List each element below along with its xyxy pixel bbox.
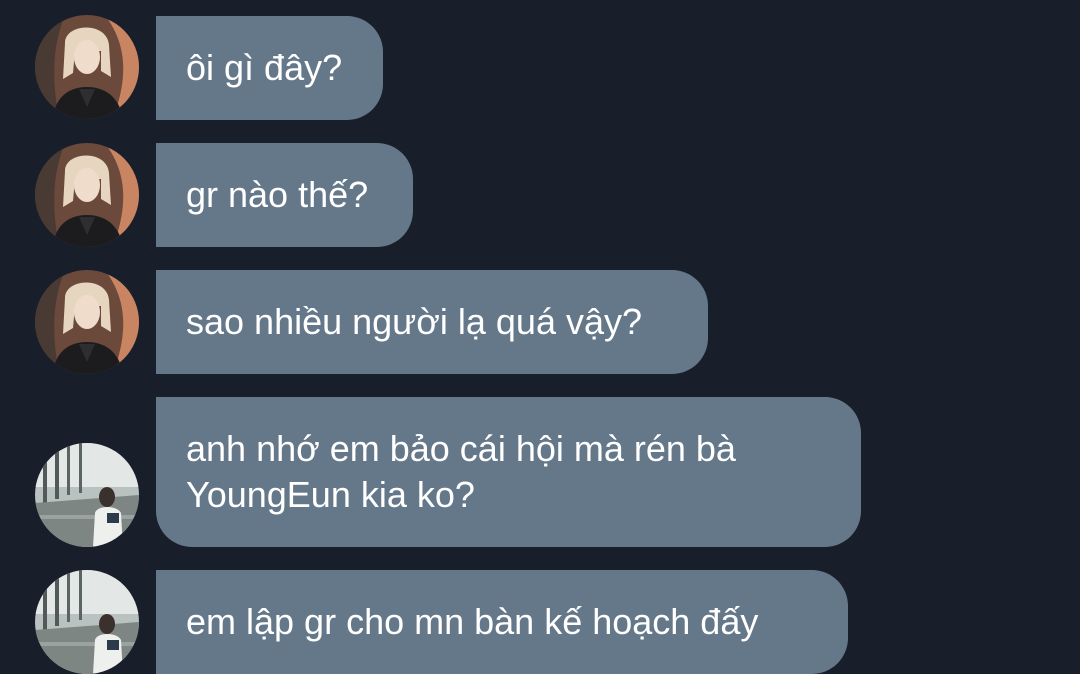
message-row: gr nào thế? [0,143,1080,247]
avatar-blonde-icon [35,270,139,374]
message-row: em lập gr cho mn bàn kế hoạch đấy [0,570,1080,674]
message-text: anh nhớ em bảo cái hội mà rén bà YoungEu… [186,428,736,515]
message-text: sao nhiều người lạ quá vậy? [186,301,643,342]
message-text: gr nào thế? [186,174,369,215]
message-bubble[interactable]: em lập gr cho mn bàn kế hoạch đấy [156,570,848,674]
avatar[interactable] [35,15,139,119]
avatar[interactable] [35,270,139,374]
avatar[interactable] [35,443,139,547]
message-bubble[interactable]: gr nào thế? [156,143,413,247]
avatar[interactable] [35,143,139,247]
message-row: sao nhiều người lạ quá vậy? [0,270,1080,374]
avatar-airport-icon [35,443,139,547]
chat-thread: ôi gì đây? gr nào thế? sao nhiều người l… [0,0,1080,674]
message-bubble[interactable]: ôi gì đây? [156,16,383,120]
message-text: ôi gì đây? [186,47,343,88]
message-bubble[interactable]: anh nhớ em bảo cái hội mà rén bà YoungEu… [156,397,861,547]
avatar-blonde-icon [35,15,139,119]
message-text: em lập gr cho mn bàn kế hoạch đấy [186,601,759,642]
avatar-blonde-icon [35,143,139,247]
avatar-airport-icon [35,570,139,674]
avatar[interactable] [35,570,139,674]
message-row: anh nhớ em bảo cái hội mà rén bà YoungEu… [0,397,1080,547]
message-row: ôi gì đây? [0,15,1080,120]
message-bubble[interactable]: sao nhiều người lạ quá vậy? [156,270,708,374]
